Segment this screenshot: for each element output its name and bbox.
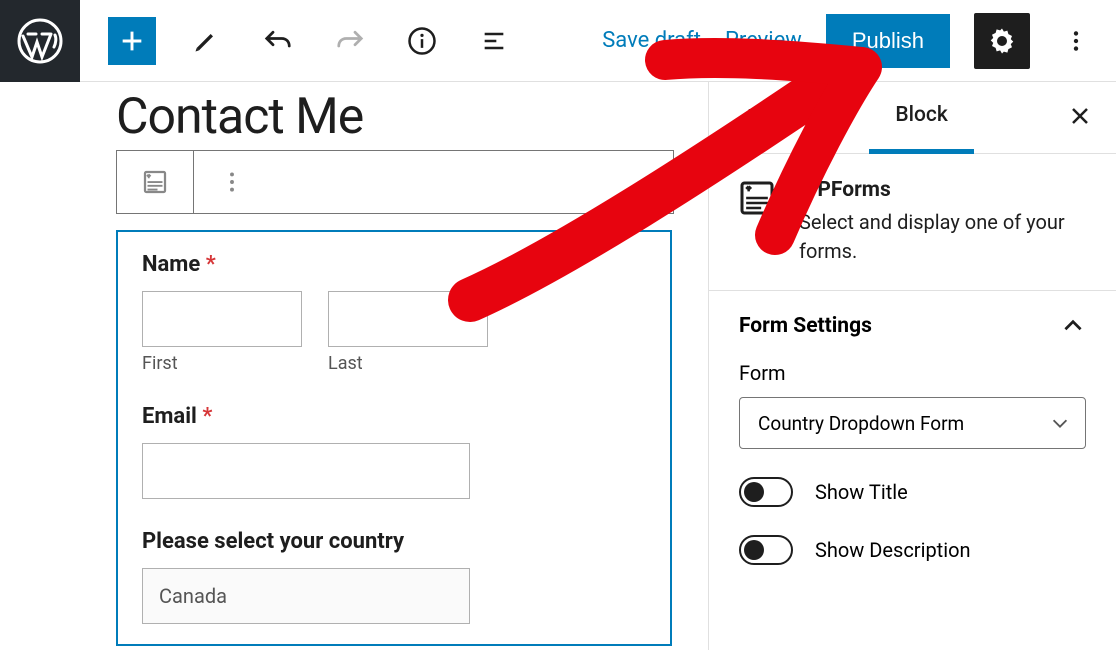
block-type-icon[interactable] — [117, 151, 193, 213]
country-select[interactable]: Canada — [142, 568, 470, 624]
toolbar-right: Save draft Preview Publish — [602, 13, 1116, 69]
settings-sidebar: Document Block WPForms Select and displa… — [708, 82, 1116, 650]
show-description-toggle[interactable] — [739, 535, 793, 565]
email-input[interactable] — [142, 443, 470, 499]
toolbar-left — [80, 17, 516, 65]
tab-block[interactable]: Block — [869, 82, 973, 154]
redo-icon — [328, 19, 372, 63]
settings-button[interactable] — [974, 13, 1030, 69]
show-description-label: Show Description — [815, 538, 971, 562]
scrollbar[interactable] — [708, 172, 709, 502]
page-title[interactable]: Contact Me — [0, 82, 674, 146]
show-title-toggle[interactable] — [739, 477, 793, 507]
first-name-input[interactable] — [142, 291, 302, 347]
save-draft-button[interactable]: Save draft — [602, 28, 701, 53]
name-field-label: Name * — [142, 252, 646, 277]
outline-icon[interactable] — [472, 19, 516, 63]
last-name-input[interactable] — [328, 291, 488, 347]
first-name-sublabel: First — [142, 353, 302, 374]
main-area: Contact Me Name * First Last — [0, 82, 1116, 650]
form-settings-panel-header[interactable]: Form Settings — [709, 291, 1116, 361]
block-info: WPForms Select and display one of your f… — [709, 154, 1116, 291]
form-preview-block[interactable]: Name * First Last Email * Please select … — [116, 230, 672, 646]
country-field-label: Please select your country — [142, 529, 646, 554]
wpforms-icon — [737, 178, 777, 266]
editor-canvas: Contact Me Name * First Last — [0, 82, 708, 650]
form-select-label: Form — [739, 361, 1086, 385]
tab-document[interactable]: Document — [709, 82, 869, 154]
block-toolbar — [116, 150, 674, 214]
undo-icon[interactable] — [256, 19, 300, 63]
wordpress-logo[interactable] — [0, 0, 80, 82]
add-block-button[interactable] — [108, 17, 156, 65]
form-select[interactable]: Country Dropdown Form — [739, 397, 1086, 449]
edit-mode-icon[interactable] — [184, 19, 228, 63]
block-title: WPForms — [799, 178, 1088, 202]
chevron-down-icon — [1049, 412, 1071, 434]
form-settings-panel-body: Form Country Dropdown Form Show Title Sh… — [709, 361, 1116, 585]
block-description: Select and display one of your forms. — [799, 208, 1088, 266]
info-icon[interactable] — [400, 19, 444, 63]
close-icon[interactable] — [1068, 104, 1092, 132]
preview-button[interactable]: Preview — [725, 28, 802, 53]
email-field-label: Email * — [142, 404, 646, 429]
editor-topbar: Save draft Preview Publish — [0, 0, 1116, 82]
sidebar-tabs: Document Block — [709, 82, 1116, 154]
chevron-up-icon — [1060, 313, 1086, 339]
publish-button[interactable]: Publish — [826, 14, 950, 68]
more-options-icon[interactable] — [1054, 19, 1098, 63]
last-name-sublabel: Last — [328, 353, 488, 374]
block-more-icon[interactable] — [193, 151, 269, 213]
show-title-label: Show Title — [815, 480, 908, 504]
